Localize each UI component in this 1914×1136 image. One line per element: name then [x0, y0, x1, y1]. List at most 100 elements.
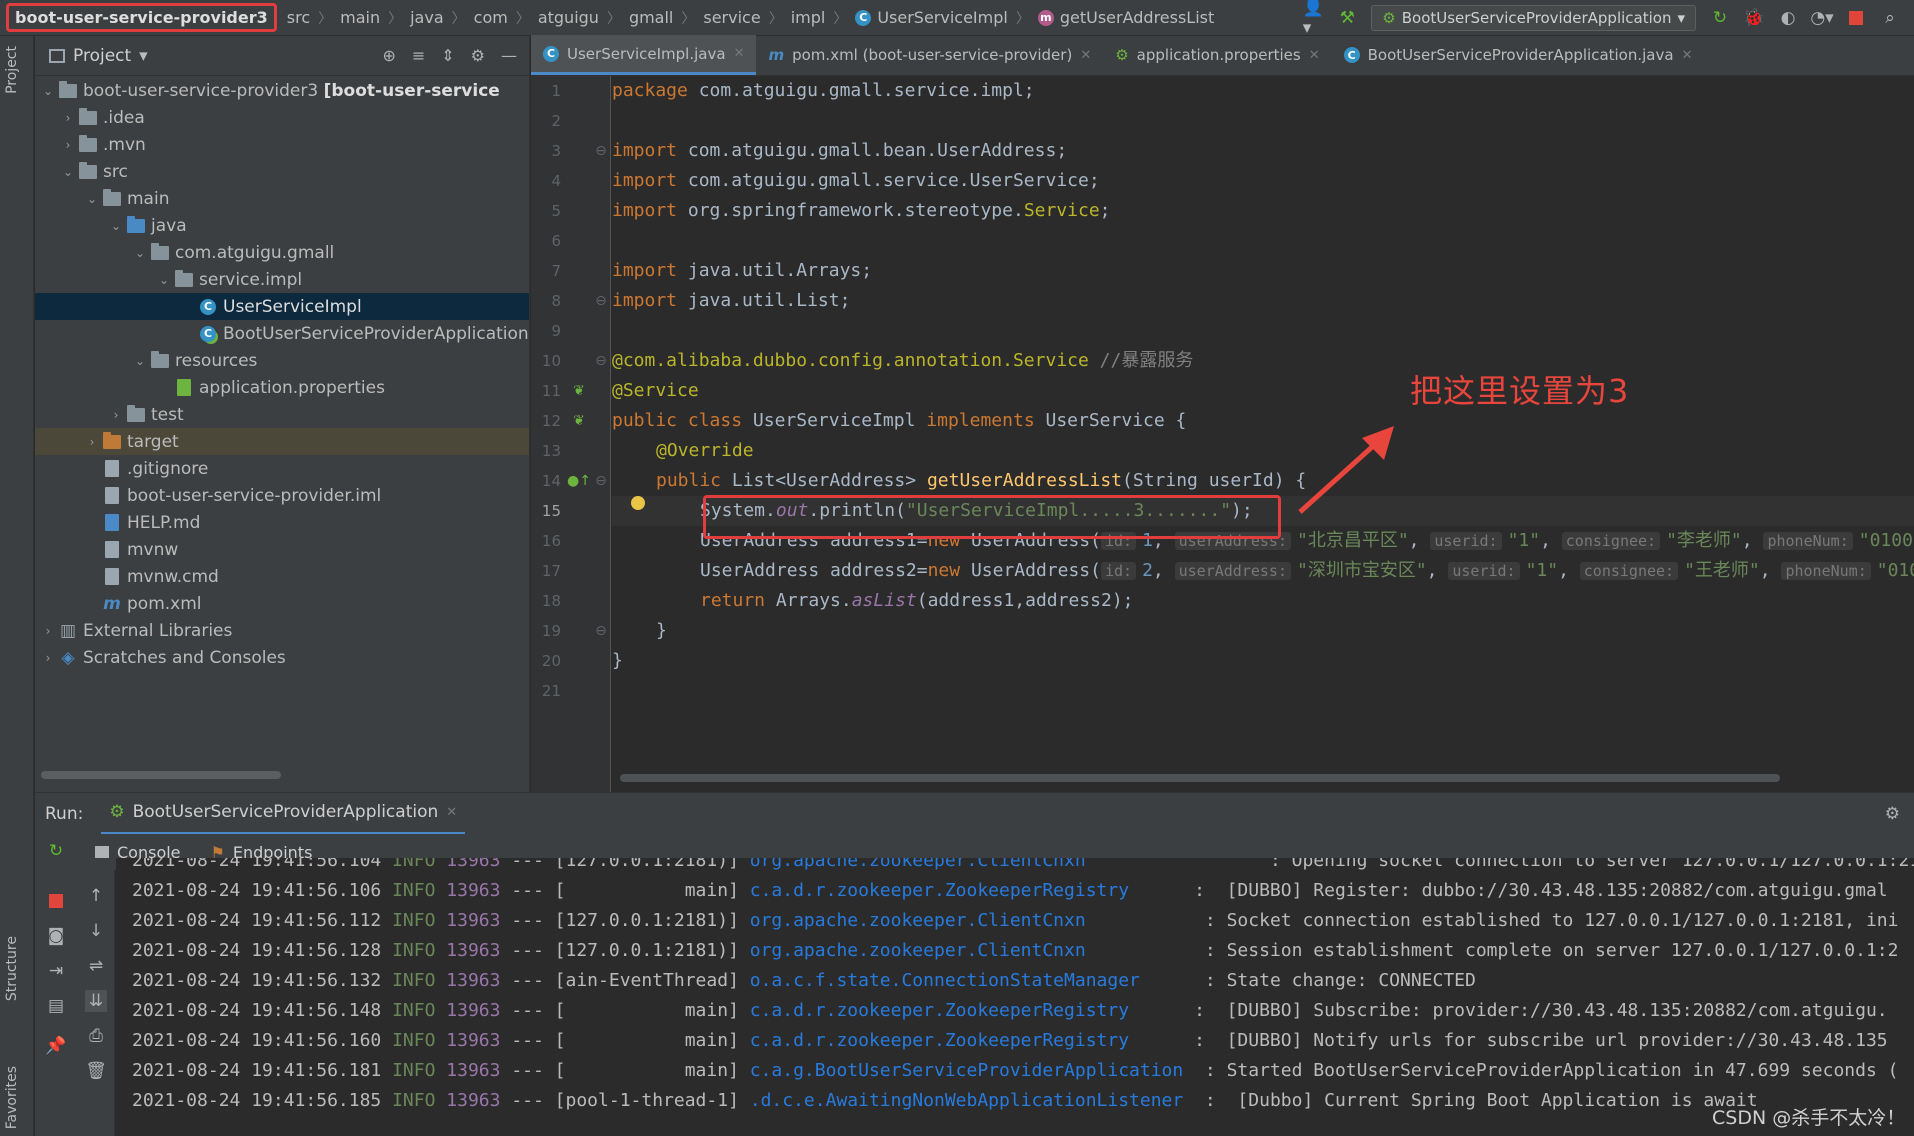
scroll-to-end-icon[interactable]: ⇊: [85, 990, 107, 1012]
breadcrumb-item[interactable]: java: [410, 8, 444, 27]
favorites-tool-tab[interactable]: Favorites: [4, 1066, 20, 1129]
expand-all-icon[interactable]: ≡: [412, 46, 425, 65]
breadcrumb-project[interactable]: boot-user-service-provider3: [6, 3, 277, 32]
horizontal-scrollbar[interactable]: [41, 771, 281, 779]
fold-icon[interactable]: ⊖: [591, 621, 611, 641]
breadcrumb-method[interactable]: getUserAddressList: [1060, 8, 1214, 27]
spring-bean-icon[interactable]: ❦: [569, 411, 589, 431]
build-hammer-icon[interactable]: ⚒: [1337, 8, 1357, 28]
breadcrumb-item[interactable]: main: [340, 8, 380, 27]
trash-icon[interactable]: 🗑: [85, 1060, 107, 1082]
rerun-icon[interactable]: ↻: [1710, 8, 1730, 28]
project-view-selector[interactable]: Project: [73, 46, 131, 66]
tab-userserviceimpl[interactable]: C UserServiceImpl.java ✕: [531, 35, 757, 75]
chevron-right-icon[interactable]: ›: [83, 435, 101, 449]
tree-item-mvnw-cmd[interactable]: mvnw.cmd: [35, 563, 529, 590]
tree-item-package[interactable]: ⌄ service.impl: [35, 266, 529, 293]
tree-item-resources[interactable]: ⌄ resources: [35, 347, 529, 374]
print-icon[interactable]: ⎙: [85, 1025, 107, 1047]
coverage-icon[interactable]: ◐: [1778, 8, 1798, 28]
tree-item-application-class[interactable]: C BootUserServiceProviderApplication: [35, 320, 529, 347]
tree-item-mvnw[interactable]: mvnw: [35, 536, 529, 563]
project-tool-tab[interactable]: Project: [4, 46, 20, 94]
chevron-down-icon[interactable]: ⌄: [155, 273, 173, 287]
tree-item-mvn[interactable]: › .mvn: [35, 131, 529, 158]
tree-item-test[interactable]: › test: [35, 401, 529, 428]
layout-icon[interactable]: ▤: [45, 995, 67, 1017]
breadcrumb-item[interactable]: com: [474, 8, 508, 27]
tree-item-properties[interactable]: application.properties: [35, 374, 529, 401]
close-icon[interactable]: ✕: [734, 46, 745, 61]
stop-icon[interactable]: [1846, 8, 1866, 28]
tree-item-root[interactable]: ⌄ boot-user-service-provider3 [boot-user…: [35, 77, 529, 104]
profile-icon[interactable]: ◔▾: [1810, 8, 1833, 28]
tree-item-external-libraries[interactable]: › ▥ External Libraries: [35, 617, 529, 644]
tab-pom[interactable]: m pom.xml (boot-user-service-provider) ✕: [756, 35, 1103, 75]
tree-item-userserviceimpl[interactable]: C UserServiceImpl: [35, 293, 529, 320]
tree-item-idea[interactable]: › .idea: [35, 104, 529, 131]
locate-icon[interactable]: ⊕: [382, 46, 395, 65]
tree-item-scratches[interactable]: › ◈ Scratches and Consoles: [35, 644, 529, 671]
pin-icon[interactable]: 📌: [45, 1035, 67, 1057]
close-icon[interactable]: ✕: [1080, 48, 1091, 63]
tree-item-pom[interactable]: m pom.xml: [35, 590, 529, 617]
console-output[interactable]: 2021-08-24 19:41:56.104 INFO 13963 --- […: [116, 858, 1914, 1136]
close-icon[interactable]: ✕: [446, 805, 457, 820]
chevron-right-icon[interactable]: ›: [59, 111, 77, 125]
soft-wrap-icon[interactable]: ⇌: [85, 955, 107, 977]
chevron-down-icon[interactable]: ⌄: [107, 219, 125, 233]
close-icon[interactable]: ✕: [1682, 48, 1693, 63]
stop-icon[interactable]: [45, 890, 67, 912]
chevron-right-icon[interactable]: ›: [107, 408, 125, 422]
close-icon[interactable]: ✕: [1309, 48, 1320, 63]
breadcrumb-item[interactable]: gmall: [629, 8, 673, 27]
editor-horizontal-scrollbar[interactable]: [620, 774, 1780, 782]
chevron-right-icon[interactable]: ›: [39, 651, 57, 665]
chevron-down-icon[interactable]: ⌄: [39, 84, 57, 98]
user-dropdown-icon[interactable]: 👤▾: [1303, 0, 1324, 38]
tree-item-src[interactable]: ⌄ src: [35, 158, 529, 185]
chevron-right-icon[interactable]: ›: [39, 624, 57, 638]
breadcrumb-item[interactable]: service: [703, 8, 760, 27]
structure-tool-tab[interactable]: Structure: [4, 936, 20, 1001]
run-configuration-select[interactable]: ⚙ BootUserServiceProviderApplication ▾: [1371, 4, 1696, 31]
debug-icon[interactable]: 🐞: [1743, 8, 1764, 28]
tab-application-class[interactable]: C BootUserServiceProviderApplication.java…: [1332, 35, 1705, 75]
breadcrumb-item[interactable]: impl: [791, 8, 826, 27]
chevron-down-icon[interactable]: ⌄: [59, 165, 77, 179]
tree-item-main[interactable]: ⌄ main: [35, 185, 529, 212]
breadcrumb-class[interactable]: UserServiceImpl: [877, 8, 1008, 27]
tree-item-help[interactable]: HELP.md: [35, 509, 529, 536]
chevron-down-icon[interactable]: ⌄: [131, 354, 149, 368]
tree-item-target[interactable]: › target: [35, 428, 529, 455]
tree-item-gitignore[interactable]: .gitignore: [35, 455, 529, 482]
tab-application-properties[interactable]: ⚙ application.properties ✕: [1103, 35, 1331, 75]
exit-icon[interactable]: ⇥: [45, 960, 67, 982]
chevron-down-icon[interactable]: ▾: [139, 46, 148, 66]
spring-bean-icon[interactable]: ❦: [569, 381, 589, 401]
collapse-all-icon[interactable]: ⇕: [441, 46, 454, 65]
gear-icon[interactable]: ⚙: [471, 46, 485, 65]
camera-icon[interactable]: ◙: [45, 925, 67, 947]
chevron-down-icon[interactable]: ⌄: [83, 192, 101, 206]
fold-icon[interactable]: ⊖: [591, 291, 611, 311]
fold-icon[interactable]: ⊖: [591, 351, 611, 371]
editor-gutter[interactable]: 1 2 3 4 5 6 7 8 9 10 11 12 13 14 15 16 1…: [531, 76, 611, 792]
tree-item-package[interactable]: ⌄ com.atguigu.gmall: [35, 239, 529, 266]
chevron-down-icon[interactable]: ⌄: [131, 246, 149, 260]
fold-icon[interactable]: ⊖: [591, 471, 611, 491]
breadcrumb-item[interactable]: atguigu: [538, 8, 599, 27]
run-tab[interactable]: ⚙ BootUserServiceProviderApplication ✕: [101, 793, 466, 835]
breadcrumb-item[interactable]: src: [287, 8, 310, 27]
hide-icon[interactable]: —: [501, 46, 517, 65]
chevron-right-icon[interactable]: ›: [59, 138, 77, 152]
arrow-up-icon[interactable]: ↑: [85, 885, 107, 907]
implements-method-icon[interactable]: ●↑: [567, 471, 591, 491]
rerun-icon[interactable]: ↻: [45, 840, 67, 862]
tree-item-java[interactable]: ⌄ java: [35, 212, 529, 239]
intention-bulb-icon[interactable]: [631, 496, 645, 510]
tree-item-iml[interactable]: boot-user-service-provider.iml: [35, 482, 529, 509]
code-editor[interactable]: package com.atguigu.gmall.service.impl; …: [612, 76, 1914, 792]
fold-icon[interactable]: ⊖: [591, 141, 611, 161]
arrow-down-icon[interactable]: ↓: [85, 920, 107, 942]
